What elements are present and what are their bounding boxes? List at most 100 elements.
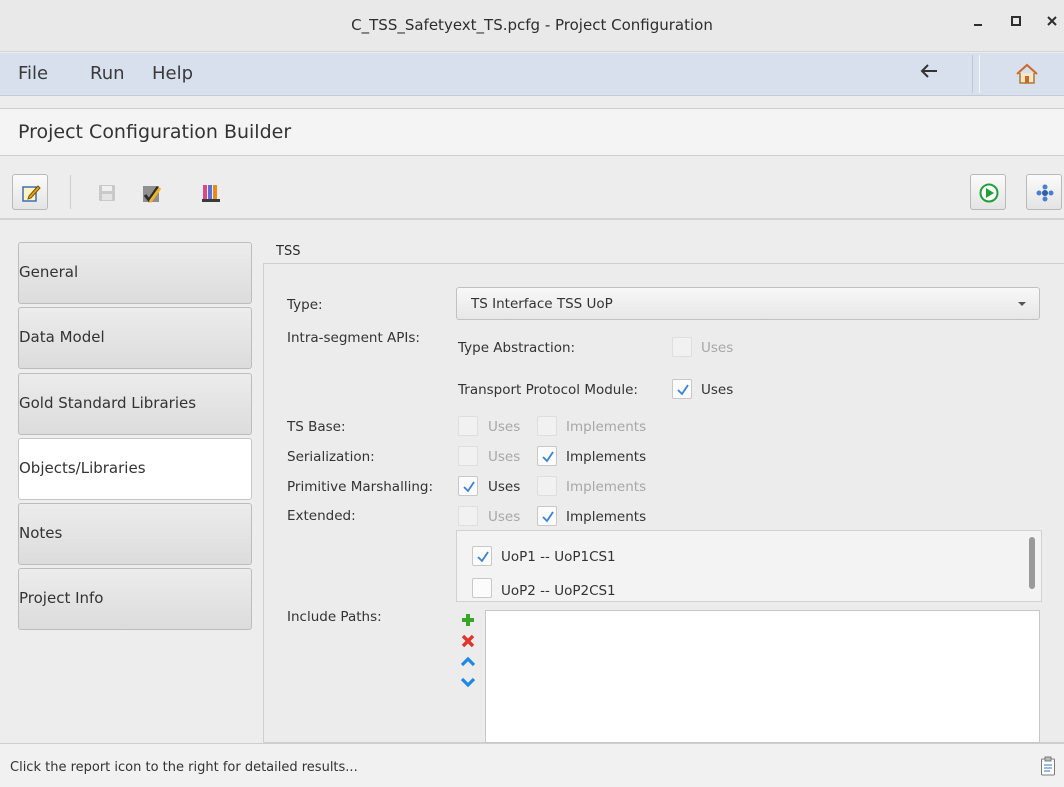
primitive-marshalling-implements-checkbox[interactable]: [537, 476, 557, 496]
primitive-marshalling-implements-label: Implements: [566, 479, 647, 495]
status-message: Click the report icon to the right for d…: [10, 760, 358, 775]
ts-base-uses-checkbox[interactable]: [458, 416, 478, 436]
transport-protocol-uses-label: Uses: [701, 382, 734, 398]
type-abstraction-label: Type Abstraction:: [458, 340, 576, 356]
uop2-checkbox[interactable]: [472, 578, 492, 598]
uop-list-scrollbar[interactable]: [1029, 537, 1035, 589]
validate-button[interactable]: [132, 174, 168, 210]
page-title: Project Configuration Builder: [18, 121, 292, 143]
run-button[interactable]: [970, 174, 1006, 210]
nav-item-label: Data Model: [19, 328, 105, 346]
builder-header: Project Configuration Builder: [0, 108, 1064, 156]
remove-path-button[interactable]: [460, 633, 476, 649]
ts-base-label: TS Base:: [287, 419, 346, 435]
transport-protocol-label: Transport Protocol Module:: [458, 382, 638, 398]
type-abstraction-uses-label: Uses: [701, 340, 734, 356]
nav-item-gold-standard-libraries[interactable]: Gold Standard Libraries: [18, 373, 252, 435]
include-paths-label: Include Paths:: [287, 609, 382, 625]
type-select-value: TS Interface TSS UoP: [471, 296, 613, 312]
nav-item-project-info[interactable]: Project Info: [18, 568, 252, 630]
save-button[interactable]: [88, 174, 124, 210]
section-title: TSS: [276, 244, 301, 259]
nav-item-notes[interactable]: Notes: [18, 503, 252, 565]
ts-base-implements-checkbox[interactable]: [537, 416, 557, 436]
nav-item-label: Gold Standard Libraries: [19, 394, 197, 412]
move-down-icon: [460, 677, 476, 688]
add-icon: [462, 614, 474, 626]
serialization-uses-label: Uses: [488, 449, 521, 465]
transport-protocol-uses-checkbox[interactable]: [672, 379, 692, 399]
minimize-button[interactable]: [968, 14, 988, 36]
extended-implements-checkbox[interactable]: [537, 506, 557, 526]
toolbar-divider: [0, 218, 1064, 220]
serialization-uses-checkbox[interactable]: [458, 446, 478, 466]
move-up-button[interactable]: [460, 654, 476, 670]
serialization-label: Serialization:: [287, 449, 375, 465]
nav-item-label: Notes: [19, 524, 63, 542]
move-up-icon: [460, 656, 476, 667]
home-button[interactable]: [1014, 61, 1040, 87]
settings-button[interactable]: [1026, 174, 1062, 210]
serialization-implements-label: Implements: [566, 449, 647, 465]
nav-item-label: Project Info: [19, 589, 104, 607]
edit-button[interactable]: [12, 174, 48, 210]
include-paths-list[interactable]: [485, 610, 1040, 743]
validate-icon: [143, 186, 162, 203]
add-path-button[interactable]: [460, 612, 476, 628]
minimize-icon: [974, 24, 982, 26]
toolbar-separator: [70, 175, 71, 209]
window-titlebar: C_TSS_Safetyext_TS.pcfg - Project Config…: [0, 0, 1064, 52]
libraries-icon: [202, 185, 220, 202]
primitive-marshalling-label: Primitive Marshalling:: [287, 479, 433, 495]
arrow-left-icon: [920, 64, 937, 78]
maximize-icon: [1011, 16, 1021, 26]
primitive-marshalling-uses-checkbox[interactable]: [458, 476, 478, 496]
close-button[interactable]: [1042, 14, 1062, 36]
run-icon: [979, 183, 999, 203]
back-button[interactable]: [916, 60, 942, 86]
uop1-checkbox[interactable]: [472, 546, 492, 566]
checkmark-icon: [542, 451, 554, 463]
menu-bar: File Run Help: [0, 53, 1064, 96]
type-label: Type:: [287, 297, 323, 313]
window-title: C_TSS_Safetyext_TS.pcfg - Project Config…: [351, 16, 713, 34]
close-icon: [1047, 16, 1057, 26]
maximize-button[interactable]: [1006, 14, 1026, 36]
checkmark-icon: [677, 384, 689, 396]
home-icon: [1016, 63, 1038, 84]
nav-item-label: Objects/Libraries: [19, 459, 146, 477]
uop2-label: UoP2 -- UoP2CS1: [501, 583, 616, 599]
save-icon: [99, 185, 115, 201]
intra-segment-label: Intra-segment APIs:: [287, 330, 420, 346]
serialization-implements-checkbox[interactable]: [537, 446, 557, 466]
checkmark-icon: [463, 481, 475, 493]
ts-base-uses-label: Uses: [488, 419, 521, 435]
libraries-button[interactable]: [192, 174, 228, 210]
ts-base-implements-label: Implements: [566, 419, 647, 435]
chevron-down-icon: [1018, 302, 1026, 306]
menu-help[interactable]: Help: [152, 63, 193, 84]
extended-uses-checkbox[interactable]: [458, 506, 478, 526]
status-bar: Click the report icon to the right for d…: [0, 743, 1064, 787]
edit-icon: [22, 185, 41, 202]
checkmark-icon: [477, 551, 489, 563]
nav-item-objects-libraries[interactable]: Objects/Libraries: [18, 438, 252, 500]
menu-separator: [972, 55, 980, 93]
type-abstraction-uses-checkbox[interactable]: [672, 337, 692, 357]
extended-implements-label: Implements: [566, 509, 647, 525]
menu-run[interactable]: Run: [90, 63, 125, 84]
nav-item-label: General: [19, 263, 79, 281]
report-icon: [1041, 756, 1055, 776]
checkmark-icon: [542, 511, 554, 523]
nav-item-data-model[interactable]: Data Model: [18, 307, 252, 369]
menu-file[interactable]: File: [18, 63, 48, 84]
extended-label: Extended:: [287, 508, 356, 524]
toolbar: [0, 167, 1064, 220]
move-down-button[interactable]: [460, 674, 476, 690]
nav-item-general[interactable]: General: [18, 242, 252, 304]
type-select[interactable]: TS Interface TSS UoP: [456, 287, 1040, 320]
primitive-marshalling-uses-label: Uses: [488, 479, 521, 495]
uop1-label: UoP1 -- UoP1CS1: [501, 549, 616, 565]
extended-uses-label: Uses: [488, 509, 521, 525]
report-button[interactable]: [1040, 756, 1056, 776]
